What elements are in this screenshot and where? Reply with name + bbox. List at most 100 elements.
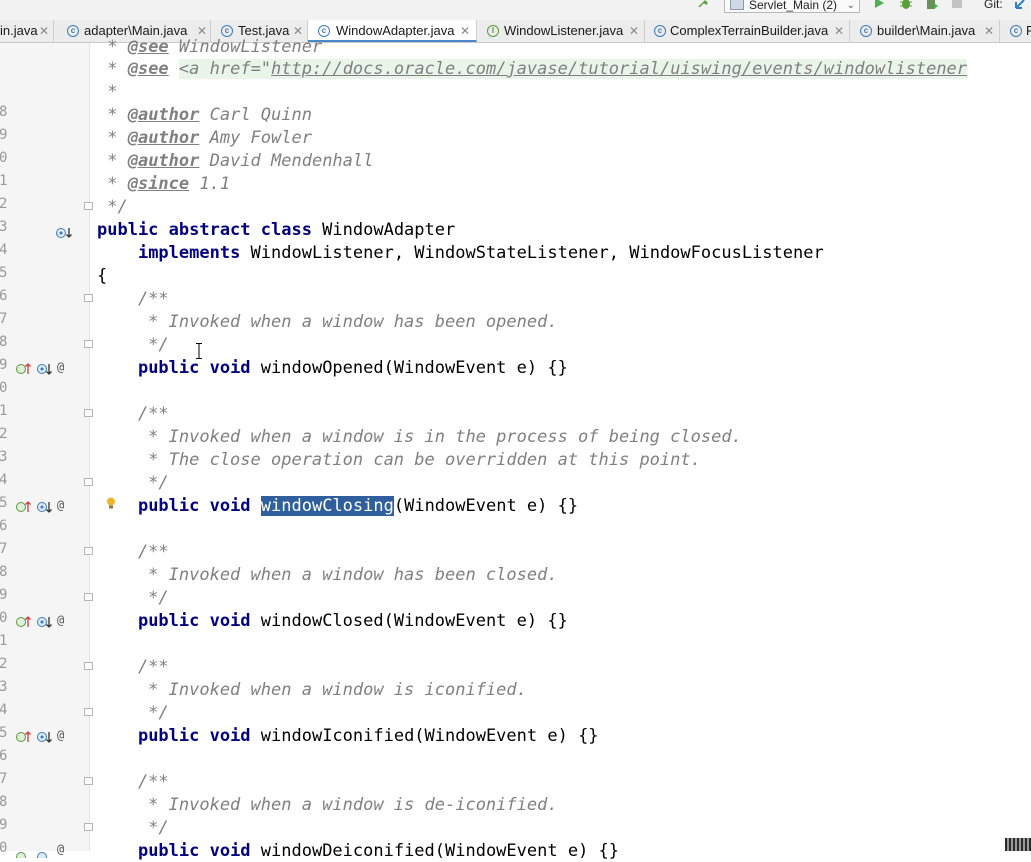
code-line: /** — [97, 772, 169, 792]
tab-overflow[interactable]: c P — [1000, 20, 1031, 42]
tab-label: P — [1026, 23, 1031, 38]
line-number: 8 — [0, 564, 8, 580]
code-editor[interactable]: 8 9 0 1 2 3 4 5 6 7 8 9 0 1 2 3 4 5 6 7 … — [0, 37, 1031, 862]
code-line: /** — [97, 404, 169, 424]
fold-marker[interactable] — [84, 294, 93, 302]
override-implements-icons[interactable] — [15, 499, 75, 513]
line-number: 0 — [0, 380, 8, 396]
line-number: 0 — [0, 840, 8, 856]
code-line: public void windowClosed(WindowEvent e) … — [137, 611, 568, 631]
close-icon[interactable]: ✕ — [460, 20, 470, 40]
main-toolbar: Servlet_Main (2) ⌄ Git: — [0, 0, 1031, 20]
fold-marker[interactable] — [84, 708, 93, 716]
class-icon: c — [318, 25, 330, 37]
close-icon[interactable]: ✕ — [629, 20, 639, 42]
stop-icon[interactable] — [952, 0, 963, 13]
class-icon: c — [860, 25, 872, 37]
override-annotation-icon[interactable]: @ — [57, 613, 64, 627]
code-line: * Invoked when a window has been opened. — [97, 312, 558, 332]
code-line: * The close operation can be overridden … — [97, 450, 701, 470]
code-line: public void windowIconified(WindowEvent … — [137, 726, 599, 746]
code-line: /** — [97, 289, 169, 309]
line-number: 7 — [0, 541, 8, 557]
code-line: * Invoked when a window is in the proces… — [97, 427, 742, 447]
fold-marker[interactable] — [84, 202, 93, 210]
code-line: * Invoked when a window is iconified. — [97, 680, 527, 700]
line-number: 3 — [0, 449, 8, 465]
code-line: */ — [97, 588, 169, 608]
class-icon: c — [221, 25, 233, 37]
code-line: */ — [97, 473, 169, 493]
line-number: 9 — [0, 127, 8, 143]
line-number: 4 — [0, 242, 8, 258]
close-icon[interactable]: ✕ — [834, 20, 844, 42]
code-line: * @author David Mendenhall — [97, 151, 374, 171]
line-number: 0 — [0, 150, 8, 166]
line-number: 4 — [0, 472, 8, 488]
line-number: 9 — [0, 587, 8, 603]
tab-complexterrainbuilder-java[interactable]: c ComplexTerrainBuilder.java ✕ — [645, 20, 850, 42]
code-line: * @author Carl Quinn — [97, 105, 312, 125]
code-line: * — [97, 82, 118, 102]
line-number: 3 — [0, 679, 8, 695]
code-line: implements WindowListener, WindowStateLi… — [137, 243, 824, 263]
line-number: 1 — [0, 403, 8, 419]
override-annotation-icon[interactable]: @ — [57, 842, 64, 856]
run-config-icon — [730, 0, 744, 10]
tab-builder-main[interactable]: c builder\Main.java ✕ — [850, 20, 1000, 42]
run-icon[interactable] — [873, 0, 885, 14]
code-line: * @see WindowListener — [97, 37, 323, 57]
line-number: 5 — [0, 725, 8, 741]
tab-main-java[interactable]: in.java ✕ — [0, 20, 54, 42]
tab-windowadapter-java[interactable]: c WindowAdapter.java ✕ — [308, 20, 477, 42]
code-line: /** — [97, 657, 169, 677]
line-number: 8 — [0, 334, 8, 350]
override-annotation-icon[interactable]: @ — [57, 360, 64, 374]
line-number: 5 — [0, 495, 8, 511]
override-implements-icons[interactable] — [15, 361, 75, 375]
line-number: 9 — [0, 357, 8, 373]
line-number: 7 — [0, 311, 8, 327]
fold-marker[interactable] — [84, 593, 93, 601]
vcs-update-icon[interactable] — [1014, 0, 1028, 14]
line-number: 9 — [0, 817, 8, 833]
line-number: 4 — [0, 702, 8, 718]
code-line: public abstract class WindowAdapter — [97, 220, 456, 240]
preview-thumbnail — [1005, 838, 1031, 851]
fold-marker[interactable] — [84, 478, 93, 486]
close-icon[interactable]: ✕ — [39, 20, 49, 42]
class-icon: c — [654, 25, 666, 37]
override-annotation-icon[interactable]: @ — [57, 498, 64, 512]
code-line: { — [97, 266, 108, 286]
debug-icon[interactable] — [899, 0, 913, 14]
coverage-icon[interactable] — [925, 0, 939, 14]
line-number: 6 — [0, 518, 8, 534]
code-line: */ — [97, 197, 128, 217]
override-implements-icons[interactable] — [15, 843, 75, 862]
run-config-label: Servlet_Main (2) — [749, 0, 838, 12]
run-configuration-select[interactable]: Servlet_Main (2) ⌄ — [724, 0, 860, 13]
tab-windowlistener-java[interactable]: I WindowListener.java ✕ — [477, 20, 645, 42]
override-implements-icons[interactable] — [15, 614, 75, 628]
fold-marker[interactable] — [84, 340, 93, 348]
line-number: 6 — [0, 288, 8, 304]
selected-text: windowClosing — [260, 496, 394, 516]
tab-label: builder\Main.java — [877, 23, 976, 38]
class-icon: c — [1010, 25, 1022, 37]
implemented-interface-icon[interactable] — [56, 224, 72, 238]
fold-marker[interactable] — [84, 777, 93, 785]
fold-marker[interactable] — [84, 662, 93, 670]
git-label: Git: — [984, 0, 1003, 11]
hammer-icon[interactable] — [696, 0, 710, 12]
override-implements-icons[interactable] — [15, 729, 75, 743]
line-number: 0 — [0, 610, 8, 626]
chevron-down-icon: ⌄ — [846, 0, 855, 11]
close-icon[interactable]: ✕ — [984, 20, 994, 42]
line-number: 1 — [0, 633, 8, 649]
code-line: * @author Amy Fowler — [97, 128, 312, 148]
fold-marker[interactable] — [84, 547, 93, 555]
override-annotation-icon[interactable]: @ — [57, 728, 64, 742]
code-line: public void windowDeiconified(WindowEven… — [137, 841, 620, 861]
fold-marker[interactable] — [84, 409, 93, 417]
fold-marker[interactable] — [84, 823, 93, 831]
